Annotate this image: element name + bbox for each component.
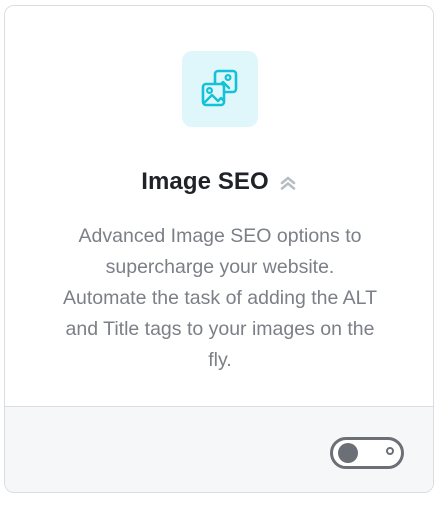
toggle-off-indicator xyxy=(386,447,394,455)
module-description-line: Advanced Image SEO options to xyxy=(78,225,362,247)
module-description: Advanced Image SEO options to supercharg… xyxy=(41,221,399,376)
module-description-line: supercharge your website. xyxy=(105,256,335,278)
module-title: Image SEO xyxy=(141,168,269,195)
module-description-line: Automate the task of adding the ALT xyxy=(62,287,377,309)
module-description-line: and Title tags to your images on the xyxy=(65,318,375,340)
module-description-line: fly. xyxy=(208,349,232,371)
module-icon-tile xyxy=(182,51,258,127)
module-card-body: Image SEO Advanced Image SEO options to … xyxy=(5,6,433,406)
module-enable-toggle[interactable] xyxy=(330,437,404,469)
module-card-footer xyxy=(5,406,433,492)
module-title-row: Image SEO xyxy=(5,164,433,200)
images-icon xyxy=(201,69,238,107)
pro-chevrons-icon xyxy=(279,174,297,192)
toggle-knob xyxy=(338,443,358,463)
module-card: Image SEO Advanced Image SEO options to … xyxy=(4,5,434,493)
